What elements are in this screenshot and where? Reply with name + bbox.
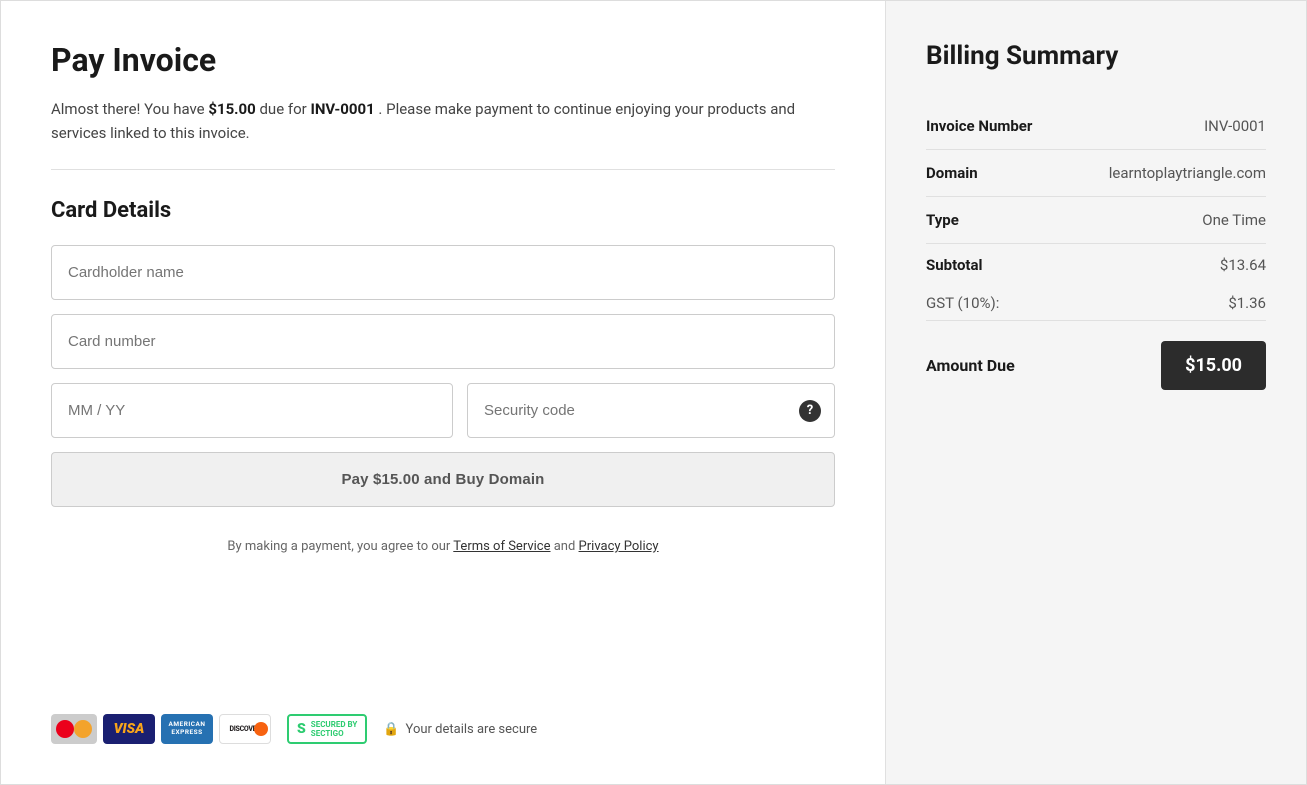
domain-value: learntoplaytriangle.com [1109,164,1266,182]
footer-row: VISA AMERICAN EXPRESS DISCOVER S SECURED… [51,714,835,744]
billing-title: Billing Summary [926,41,1266,71]
cardholder-group [51,245,835,300]
intro-text-1: Almost there! You have [51,100,208,118]
secure-text: Your details are secure [406,722,538,737]
type-row: Type One Time [926,197,1266,244]
terms-text-1: By making a payment, you agree to our [227,539,453,554]
invoice-number-row: Invoice Number INV-0001 [926,103,1266,150]
left-panel: Pay Invoice Almost there! You have $15.0… [1,1,886,784]
terms-text-2: and [551,539,579,554]
pay-button-group: Pay $15.00 and Buy Domain [51,452,835,525]
amount-due-badge: $15.00 [1161,341,1266,390]
security-wrapper: ? [467,383,835,438]
discover-logo: DISCOVER [219,714,271,744]
sectigo-line2: SECTIGO [311,729,358,738]
secure-text-row: 🔒 Your details are secure [383,722,537,737]
lock-icon: 🔒 [383,722,399,737]
intro-text-2: due for [256,100,311,118]
type-value: One Time [1202,211,1266,229]
divider [51,169,835,170]
mastercard-logo [51,714,97,744]
sectigo-s-icon: S [297,721,306,737]
card-logos: VISA AMERICAN EXPRESS DISCOVER [51,714,271,744]
invoice-number-label: Invoice Number [926,117,1032,135]
amount-due-row: Amount Due $15.00 [926,321,1266,390]
subtotal-label: Subtotal [926,256,983,274]
gst-row: GST (10%): $1.36 [926,286,1266,321]
terms-of-service-link[interactable]: Terms of Service [453,539,550,554]
gst-value: $1.36 [1228,294,1266,312]
type-label: Type [926,211,959,229]
sectigo-badge: S SECURED BY SECTIGO [287,714,367,744]
domain-label: Domain [926,164,978,182]
sectigo-line1: SECURED BY [311,720,358,729]
gst-label: GST (10%): [926,294,999,312]
pay-button[interactable]: Pay $15.00 and Buy Domain [51,452,835,507]
intro-text: Almost there! You have $15.00 due for IN… [51,97,835,145]
intro-amount: $15.00 [208,100,255,118]
domain-row: Domain learntoplaytriangle.com [926,150,1266,197]
subtotal-row: Subtotal $13.64 [926,244,1266,286]
visa-logo: VISA [103,714,155,744]
card-details-title: Card Details [51,198,835,223]
expiry-security-row: ? [51,383,835,438]
invoice-number-value: INV-0001 [1204,117,1266,135]
amex-logo: AMERICAN EXPRESS [161,714,213,744]
right-panel: Billing Summary Invoice Number INV-0001 … [886,1,1306,784]
security-help-icon[interactable]: ? [799,400,821,422]
sectigo-text: SECURED BY SECTIGO [311,720,358,738]
page-title: Pay Invoice [51,41,835,79]
card-number-input[interactable] [51,314,835,369]
subtotal-value: $13.64 [1220,256,1266,274]
intro-invoice: INV-0001 [310,100,374,118]
card-number-group [51,314,835,369]
security-input[interactable] [467,383,835,438]
expiry-input[interactable] [51,383,453,438]
amount-due-label: Amount Due [926,356,1015,375]
terms-text: By making a payment, you agree to our Te… [51,539,835,554]
privacy-policy-link[interactable]: Privacy Policy [579,539,659,554]
cardholder-input[interactable] [51,245,835,300]
